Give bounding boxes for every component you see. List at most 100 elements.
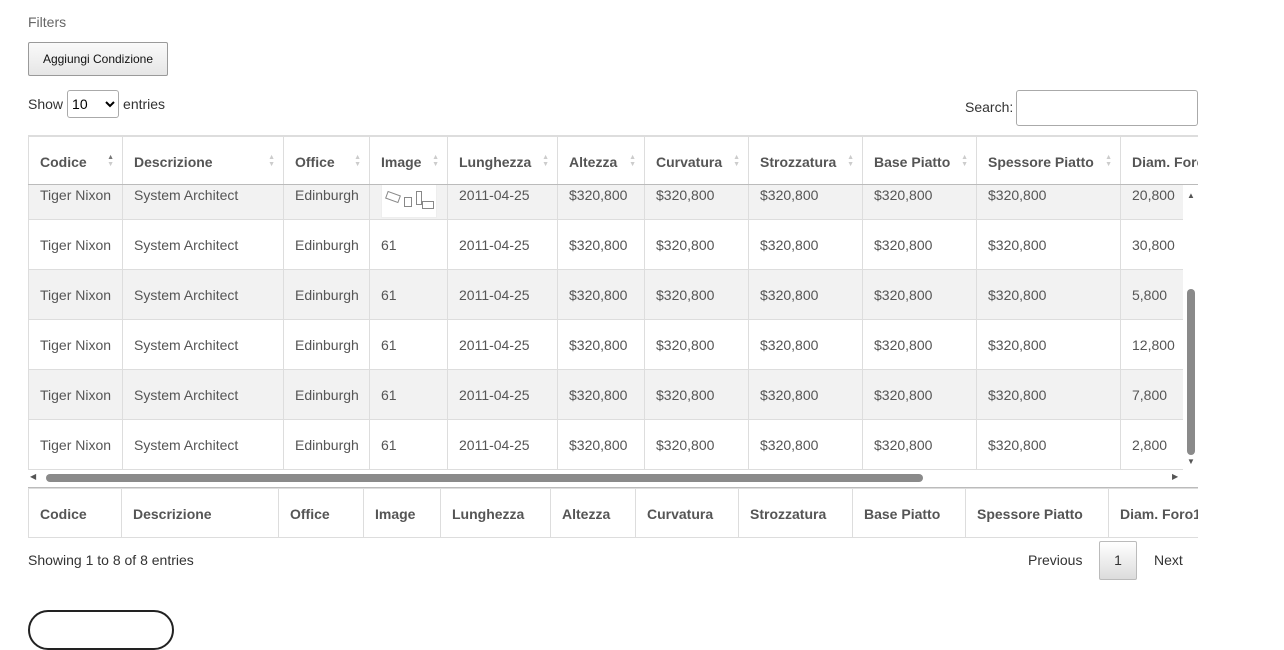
cell-descrizione: System Architect bbox=[122, 219, 284, 270]
sort-arrows-icon: ▲ ▼ bbox=[847, 154, 854, 168]
cell-image: 61 bbox=[369, 369, 448, 420]
column-header-descrizione[interactable]: Descrizione ▲ ▼ bbox=[122, 136, 284, 184]
column-header-label: Curvatura bbox=[656, 153, 723, 170]
entries-label: entries bbox=[123, 96, 166, 112]
cell-altezza: $320,800 bbox=[557, 185, 645, 220]
scroll-right-icon[interactable]: ▶ bbox=[1172, 472, 1178, 481]
column-footer-image: Image bbox=[363, 488, 441, 537]
cell-lunghezza: 2011-04-25 bbox=[447, 419, 558, 469]
previous-page-button[interactable]: Previous bbox=[1028, 552, 1082, 568]
column-header-label: Office bbox=[295, 153, 335, 170]
column-header-strozzatura[interactable]: Strozzatura ▲ ▼ bbox=[748, 136, 863, 184]
entries-length-select[interactable]: 10 bbox=[67, 90, 120, 118]
sort-arrows-icon: ▲ ▼ bbox=[432, 154, 439, 168]
cell-strozzatura: $320,800 bbox=[748, 269, 863, 320]
cell-diam-foro1: 5,800 bbox=[1120, 269, 1183, 320]
cell-image: 61 bbox=[369, 319, 448, 370]
search-label: Search: bbox=[965, 99, 1014, 115]
cell-office: Edinburgh bbox=[283, 319, 370, 370]
footer-table: Codice Descrizione Office Image Lunghezza Alt… bbox=[28, 488, 1198, 537]
cell-office: Edinburgh bbox=[283, 369, 370, 420]
cell-lunghezza: 2011-04-25 bbox=[447, 185, 558, 220]
footer-tfoot: Codice Descrizione Office Image Lunghezza Alt… bbox=[28, 488, 1198, 537]
table-body-scroll[interactable]: Tiger Nixon System Architect Edinburgh 2011… bbox=[28, 185, 1183, 470]
column-header-image[interactable]: Image ▲ ▼ bbox=[369, 136, 448, 184]
scroll-up-icon[interactable]: ▲ bbox=[1184, 191, 1198, 200]
bottom-action-button[interactable] bbox=[28, 610, 174, 650]
column-header-codice[interactable]: Codice ▲ ▼ bbox=[28, 136, 123, 184]
table-row[interactable]: Tiger Nixon System Architect Edinburgh 61 20… bbox=[28, 319, 1183, 370]
show-label: Show bbox=[28, 96, 64, 112]
cell-altezza: $320,800 bbox=[557, 219, 645, 270]
column-footer-altezza: Altezza bbox=[550, 488, 636, 537]
cell-base-piatto: $320,800 bbox=[862, 369, 977, 420]
cell-curvatura: $320,800 bbox=[644, 269, 749, 320]
column-header-diam-foro1[interactable]: Diam. Foro1 bbox=[1120, 136, 1198, 184]
header-thead: Codice ▲ ▼ Descrizione ▲ ▼ Office ▲ ▼ Image ▲ ▼ Lung… bbox=[28, 136, 1198, 184]
cell-altezza: $320,800 bbox=[557, 319, 645, 370]
filters-label: Filters bbox=[28, 14, 67, 30]
scroll-left-icon[interactable]: ◀ bbox=[30, 472, 36, 481]
column-header-curvatura[interactable]: Curvatura ▲ ▼ bbox=[644, 136, 749, 184]
cell-diam-foro1: 20,800 bbox=[1120, 185, 1183, 220]
cell-lunghezza: 2011-04-25 bbox=[447, 369, 558, 420]
horizontal-scroll-thumb[interactable] bbox=[46, 474, 923, 482]
sort-arrows-icon: ▲ ▼ bbox=[268, 154, 275, 168]
column-footer-strozzatura: Strozzatura bbox=[738, 488, 853, 537]
cell-diam-foro1: 2,800 bbox=[1120, 419, 1183, 469]
column-header-base-piatto[interactable]: Base Piatto ▲ ▼ bbox=[862, 136, 977, 184]
table-row[interactable]: Tiger Nixon System Architect Edinburgh 2011… bbox=[28, 185, 1183, 220]
cell-diam-foro1: 12,800 bbox=[1120, 319, 1183, 370]
scroll-down-icon[interactable]: ▼ bbox=[1184, 457, 1198, 466]
cell-curvatura: $320,800 bbox=[644, 219, 749, 270]
cell-descrizione: System Architect bbox=[122, 319, 284, 370]
column-header-altezza[interactable]: Altezza ▲ ▼ bbox=[557, 136, 645, 184]
cell-curvatura: $320,800 bbox=[644, 185, 749, 220]
column-header-label: Codice bbox=[40, 153, 87, 170]
technical-drawing-thumbnail[interactable] bbox=[381, 185, 437, 218]
sort-arrows-icon: ▲ ▼ bbox=[1105, 154, 1112, 168]
cell-diam-foro1: 7,800 bbox=[1120, 369, 1183, 420]
vertical-scrollbar[interactable]: ▲ ▼ bbox=[1184, 185, 1198, 470]
cell-descrizione: System Architect bbox=[122, 419, 284, 469]
cell-strozzatura: $320,800 bbox=[748, 185, 863, 220]
cell-codice: Tiger Nixon bbox=[28, 369, 123, 420]
cell-spessore-piatto: $320,800 bbox=[976, 185, 1121, 220]
column-header-spessore-piatto[interactable]: Spessore Piatto ▲ ▼ bbox=[976, 136, 1121, 184]
cell-curvatura: $320,800 bbox=[644, 369, 749, 420]
cell-base-piatto: $320,800 bbox=[862, 419, 977, 469]
cell-altezza: $320,800 bbox=[557, 419, 645, 469]
column-header-label: Lunghezza bbox=[459, 153, 532, 170]
column-header-office[interactable]: Office ▲ ▼ bbox=[283, 136, 370, 184]
sort-arrows-icon: ▲ ▼ bbox=[961, 154, 968, 168]
cell-spessore-piatto: $320,800 bbox=[976, 419, 1121, 469]
cell-diam-foro1: 30,800 bbox=[1120, 219, 1183, 270]
column-header-label: Image bbox=[381, 153, 422, 170]
sort-arrows-icon: ▲ ▼ bbox=[629, 154, 636, 168]
page-button-1[interactable]: 1 bbox=[1099, 541, 1137, 580]
cell-altezza: $320,800 bbox=[557, 269, 645, 320]
search-input[interactable] bbox=[1016, 90, 1198, 126]
column-header-lunghezza[interactable]: Lunghezza ▲ ▼ bbox=[447, 136, 558, 184]
next-page-button[interactable]: Next bbox=[1154, 552, 1183, 568]
table-row[interactable]: Tiger Nixon System Architect Edinburgh 61 20… bbox=[28, 369, 1183, 420]
cell-descrizione: System Architect bbox=[122, 369, 284, 420]
cell-lunghezza: 2011-04-25 bbox=[447, 319, 558, 370]
header-row: Codice ▲ ▼ Descrizione ▲ ▼ Office ▲ ▼ Image ▲ ▼ Lung… bbox=[28, 136, 1198, 184]
cell-base-piatto: $320,800 bbox=[862, 219, 977, 270]
table-row[interactable]: Tiger Nixon System Architect Edinburgh 61 20… bbox=[28, 219, 1183, 270]
cell-lunghezza: 2011-04-25 bbox=[447, 219, 558, 270]
table-row[interactable]: Tiger Nixon System Architect Edinburgh 61 20… bbox=[28, 419, 1183, 469]
column-header-label: Descrizione bbox=[134, 153, 213, 170]
cell-descrizione: System Architect bbox=[122, 185, 284, 220]
add-condition-button[interactable]: Aggiungi Condizione bbox=[28, 42, 168, 76]
cell-spessore-piatto: $320,800 bbox=[976, 369, 1121, 420]
table-body: Tiger Nixon System Architect Edinburgh 2011… bbox=[28, 185, 1183, 469]
table-info: Showing 1 to 8 of 8 entries bbox=[28, 552, 194, 568]
table-footer: Codice Descrizione Office Image Lunghezza Alt… bbox=[28, 487, 1198, 538]
table-row[interactable]: Tiger Nixon System Architect Edinburgh 61 20… bbox=[28, 269, 1183, 320]
column-footer-office: Office bbox=[278, 488, 364, 537]
vertical-scroll-thumb[interactable] bbox=[1187, 289, 1195, 455]
column-header-label: Spessore Piatto bbox=[988, 153, 1094, 170]
horizontal-scrollbar[interactable]: ◀ ▶ bbox=[28, 470, 1183, 486]
